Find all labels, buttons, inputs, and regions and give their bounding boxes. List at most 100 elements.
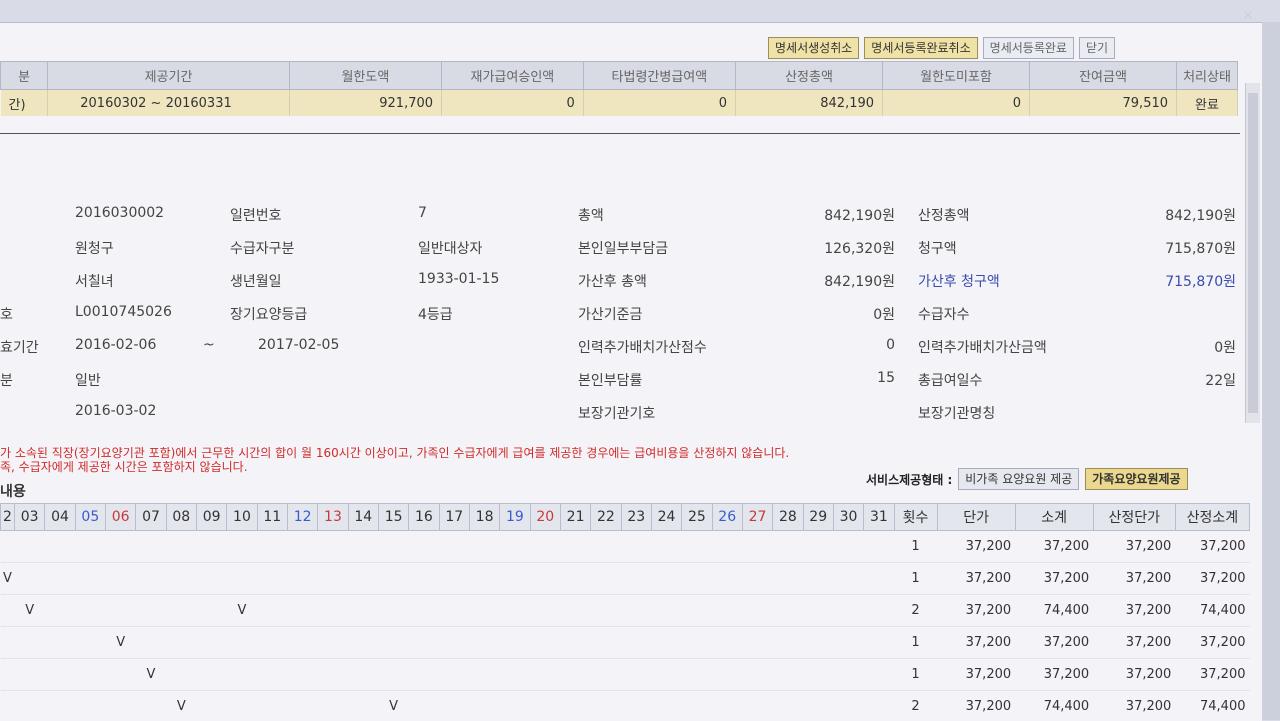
day-cell[interactable] [742, 595, 772, 627]
day-cell[interactable] [682, 691, 712, 721]
day-cell[interactable] [45, 531, 75, 563]
day-cell[interactable] [409, 659, 439, 691]
statement-register-complete-button[interactable]: 명세서등록완료 [983, 37, 1074, 59]
table-row[interactable]: V137,20037,20037,20037,200 [1, 627, 1250, 659]
day-cell[interactable] [621, 563, 651, 595]
day-cell[interactable] [378, 531, 408, 563]
day-cell[interactable] [621, 531, 651, 563]
day-cell[interactable] [742, 563, 772, 595]
day-cell[interactable] [15, 627, 45, 659]
day-cell[interactable] [803, 595, 833, 627]
day-cell[interactable] [530, 627, 560, 659]
day-cell[interactable] [803, 627, 833, 659]
day-cell[interactable] [287, 563, 317, 595]
day-cell[interactable] [45, 627, 75, 659]
day-cell[interactable] [348, 691, 378, 721]
day-cell[interactable] [530, 563, 560, 595]
day-cell[interactable] [682, 627, 712, 659]
day-cell[interactable] [560, 659, 590, 691]
day-cell[interactable] [560, 627, 590, 659]
day-cell[interactable] [864, 659, 894, 691]
day-cell[interactable] [621, 691, 651, 721]
day-cell[interactable] [409, 627, 439, 659]
day-cell[interactable] [166, 627, 196, 659]
day-cell[interactable] [348, 595, 378, 627]
close-button[interactable]: 닫기 [1079, 37, 1115, 59]
day-cell[interactable] [227, 627, 257, 659]
day-cell[interactable] [287, 595, 317, 627]
day-cell[interactable] [287, 691, 317, 721]
day-cell[interactable] [166, 531, 196, 563]
day-cell[interactable] [75, 659, 105, 691]
day-cell[interactable] [560, 691, 590, 721]
day-cell[interactable] [439, 659, 469, 691]
day-cell[interactable] [287, 627, 317, 659]
day-cell[interactable] [773, 691, 803, 721]
day-cell[interactable] [651, 595, 681, 627]
day-cell[interactable] [75, 595, 105, 627]
day-cell[interactable] [1, 691, 15, 721]
day-cell[interactable] [287, 659, 317, 691]
day-cell[interactable] [773, 531, 803, 563]
day-cell[interactable] [469, 563, 499, 595]
day-cell[interactable] [712, 531, 742, 563]
day-cell[interactable]: V [105, 627, 135, 659]
day-cell[interactable] [257, 627, 287, 659]
day-cell[interactable] [257, 595, 287, 627]
day-cell[interactable] [712, 691, 742, 721]
day-cell[interactable] [318, 627, 348, 659]
day-cell[interactable] [621, 595, 651, 627]
non-family-caregiver-button[interactable]: 비가족 요양요원 제공 [958, 468, 1079, 490]
day-cell[interactable] [591, 691, 621, 721]
day-cell[interactable] [348, 659, 378, 691]
day-cell[interactable] [773, 563, 803, 595]
day-cell[interactable] [45, 691, 75, 721]
day-cell[interactable] [651, 531, 681, 563]
day-cell[interactable] [530, 531, 560, 563]
day-cell[interactable] [348, 563, 378, 595]
day-cell[interactable] [227, 659, 257, 691]
table-row[interactable]: V137,20037,20037,20037,200 [1, 563, 1250, 595]
day-cell[interactable] [378, 627, 408, 659]
table-row[interactable]: VV237,20074,40037,20074,400 [1, 595, 1250, 627]
day-cell[interactable] [591, 563, 621, 595]
day-cell[interactable] [500, 691, 530, 721]
scrollbar-thumb[interactable] [1248, 93, 1258, 413]
day-cell[interactable] [621, 627, 651, 659]
day-cell[interactable] [166, 563, 196, 595]
day-cell[interactable] [318, 659, 348, 691]
day-cell[interactable] [651, 691, 681, 721]
day-cell[interactable] [591, 659, 621, 691]
day-cell[interactable] [105, 563, 135, 595]
day-cell[interactable] [560, 563, 590, 595]
day-cell[interactable] [196, 531, 226, 563]
day-cell[interactable]: V [227, 595, 257, 627]
table-row[interactable]: V137,20037,20037,20037,200 [1, 659, 1250, 691]
day-cell[interactable] [651, 563, 681, 595]
day-cell[interactable] [469, 691, 499, 721]
day-cell[interactable] [105, 531, 135, 563]
day-cell[interactable] [378, 563, 408, 595]
day-cell[interactable] [439, 531, 469, 563]
day-cell[interactable] [45, 563, 75, 595]
day-cell[interactable] [591, 595, 621, 627]
day-cell[interactable] [15, 531, 45, 563]
family-caregiver-button[interactable]: 가족요양요원제공 [1085, 468, 1187, 490]
day-cell[interactable] [409, 691, 439, 721]
day-cell[interactable] [833, 563, 863, 595]
day-cell[interactable] [742, 531, 772, 563]
day-cell[interactable] [318, 595, 348, 627]
day-cell[interactable] [45, 659, 75, 691]
day-cell[interactable] [75, 531, 105, 563]
day-cell[interactable] [439, 563, 469, 595]
day-cell[interactable] [712, 563, 742, 595]
day-cell[interactable] [469, 595, 499, 627]
day-cell[interactable] [742, 659, 772, 691]
day-cell[interactable] [682, 659, 712, 691]
day-cell[interactable] [409, 595, 439, 627]
cancel-statement-create-button[interactable]: 명세서생성취소 [768, 37, 859, 59]
day-cell[interactable] [287, 531, 317, 563]
day-cell[interactable] [803, 691, 833, 721]
day-cell[interactable] [105, 691, 135, 721]
day-cell[interactable] [378, 659, 408, 691]
